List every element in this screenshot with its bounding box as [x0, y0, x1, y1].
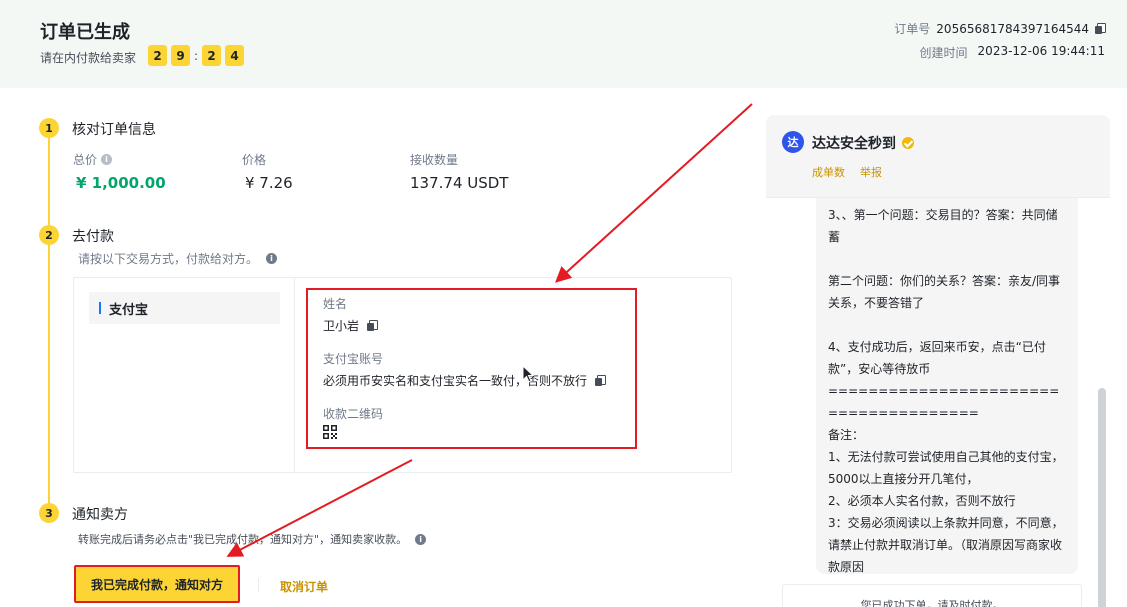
- order-number-label: 订单号: [894, 22, 931, 36]
- chat-panel: 达 达达安全秒到 成单数 举报 3、、第一个问题：交易目的？答案：共同储蓄 第二…: [766, 115, 1110, 607]
- payment-done-button[interactable]: 我已完成付款，通知对方: [74, 565, 240, 603]
- copy-icon[interactable]: [1095, 23, 1106, 34]
- timer-digit: 4: [225, 45, 244, 66]
- annotation-arrow: [555, 103, 753, 283]
- step-2-badge: 2: [39, 225, 59, 245]
- price-label: 价格: [242, 153, 267, 167]
- payment-method-tab[interactable]: 支付宝: [89, 292, 280, 324]
- order-placed-notice: 您已成功下单，请及时付款。: [782, 584, 1082, 607]
- quantity-value: 137.74 USDT: [410, 174, 509, 192]
- price-value: ¥ 7.26: [245, 174, 293, 192]
- quantity-label: 接收数量: [410, 153, 459, 167]
- step-3-badge: 3: [39, 503, 59, 523]
- step-1-badge: 1: [39, 118, 59, 138]
- order-header: 订单已生成 请在内付款给卖家 2 9 : 2 4 订单号 20565681784…: [0, 0, 1127, 88]
- timer-separator: :: [194, 48, 199, 63]
- order-number: 订单号 20565681784397164544: [894, 20, 1106, 37]
- chat-message-bubble: 3、、第一个问题：交易目的？答案：共同储蓄 第二个问题：你们的关系？答案：亲友/…: [816, 198, 1078, 574]
- timer-digit: 2: [202, 45, 221, 66]
- chat-messages[interactable]: 3、、第一个问题：交易目的？答案：共同储蓄 第二个问题：你们的关系？答案：亲友/…: [766, 197, 1110, 607]
- chat-scrollbar[interactable]: [1098, 388, 1106, 607]
- total-amount: ¥ 1,000.00: [76, 174, 166, 192]
- step-1-title: 核对订单信息: [72, 122, 156, 138]
- step-progress-line: [48, 136, 50, 506]
- timer-digit: 9: [171, 45, 190, 66]
- total-label: 总价 i: [73, 151, 113, 168]
- payment-hint-text: 请按以下交易方式，付款给对方。: [78, 252, 259, 266]
- mouse-cursor-icon: [522, 365, 535, 383]
- total-label-text: 总价: [73, 153, 98, 167]
- cancel-order-button[interactable]: 取消订单: [280, 578, 328, 595]
- payment-method-label: 支付宝: [109, 302, 149, 318]
- merchant-name-text: 达达安全秒到: [812, 136, 896, 152]
- created-time: 创建时间 2023-12-06 19:44:11: [920, 44, 1105, 61]
- timer-digit: 2: [148, 45, 167, 66]
- payment-hint: 请按以下交易方式，付款给对方。 i: [78, 250, 278, 267]
- page-title: 订单已生成: [40, 22, 130, 43]
- chat-header: 达 达达安全秒到 成单数 举报: [766, 115, 1110, 195]
- info-icon[interactable]: i: [415, 533, 427, 545]
- info-icon[interactable]: i: [266, 253, 278, 264]
- step-2-title: 去付款: [72, 229, 114, 245]
- created-time-label: 创建时间: [919, 46, 968, 60]
- created-time-value: 2023-12-06 19:44:11: [977, 44, 1105, 58]
- order-number-value: 20565681784397164544: [936, 21, 1089, 36]
- panel-divider: [294, 277, 295, 473]
- button-separator: [258, 578, 259, 592]
- avatar: 达: [782, 131, 804, 153]
- notify-hint-text: 转账完成后请务必点击"我已完成付款，通知对方"，通知卖家收款。: [78, 533, 408, 546]
- completed-orders-link[interactable]: 成单数: [812, 164, 845, 180]
- merchant-name[interactable]: 达达安全秒到: [812, 133, 914, 153]
- info-icon[interactable]: i: [101, 154, 113, 165]
- report-link[interactable]: 举报: [860, 164, 882, 180]
- payment-deadline-text: 请在内付款给卖家: [40, 51, 137, 65]
- selected-indicator: [99, 302, 101, 314]
- annotation-highlight-box: [306, 288, 637, 449]
- countdown-timer: 2 9 : 2 4: [148, 45, 244, 66]
- notify-hint: 转账完成后请务必点击"我已完成付款，通知对方"，通知卖家收款。 i: [78, 531, 427, 547]
- verified-badge-icon: [902, 137, 914, 149]
- step-3-title: 通知卖方: [72, 507, 128, 523]
